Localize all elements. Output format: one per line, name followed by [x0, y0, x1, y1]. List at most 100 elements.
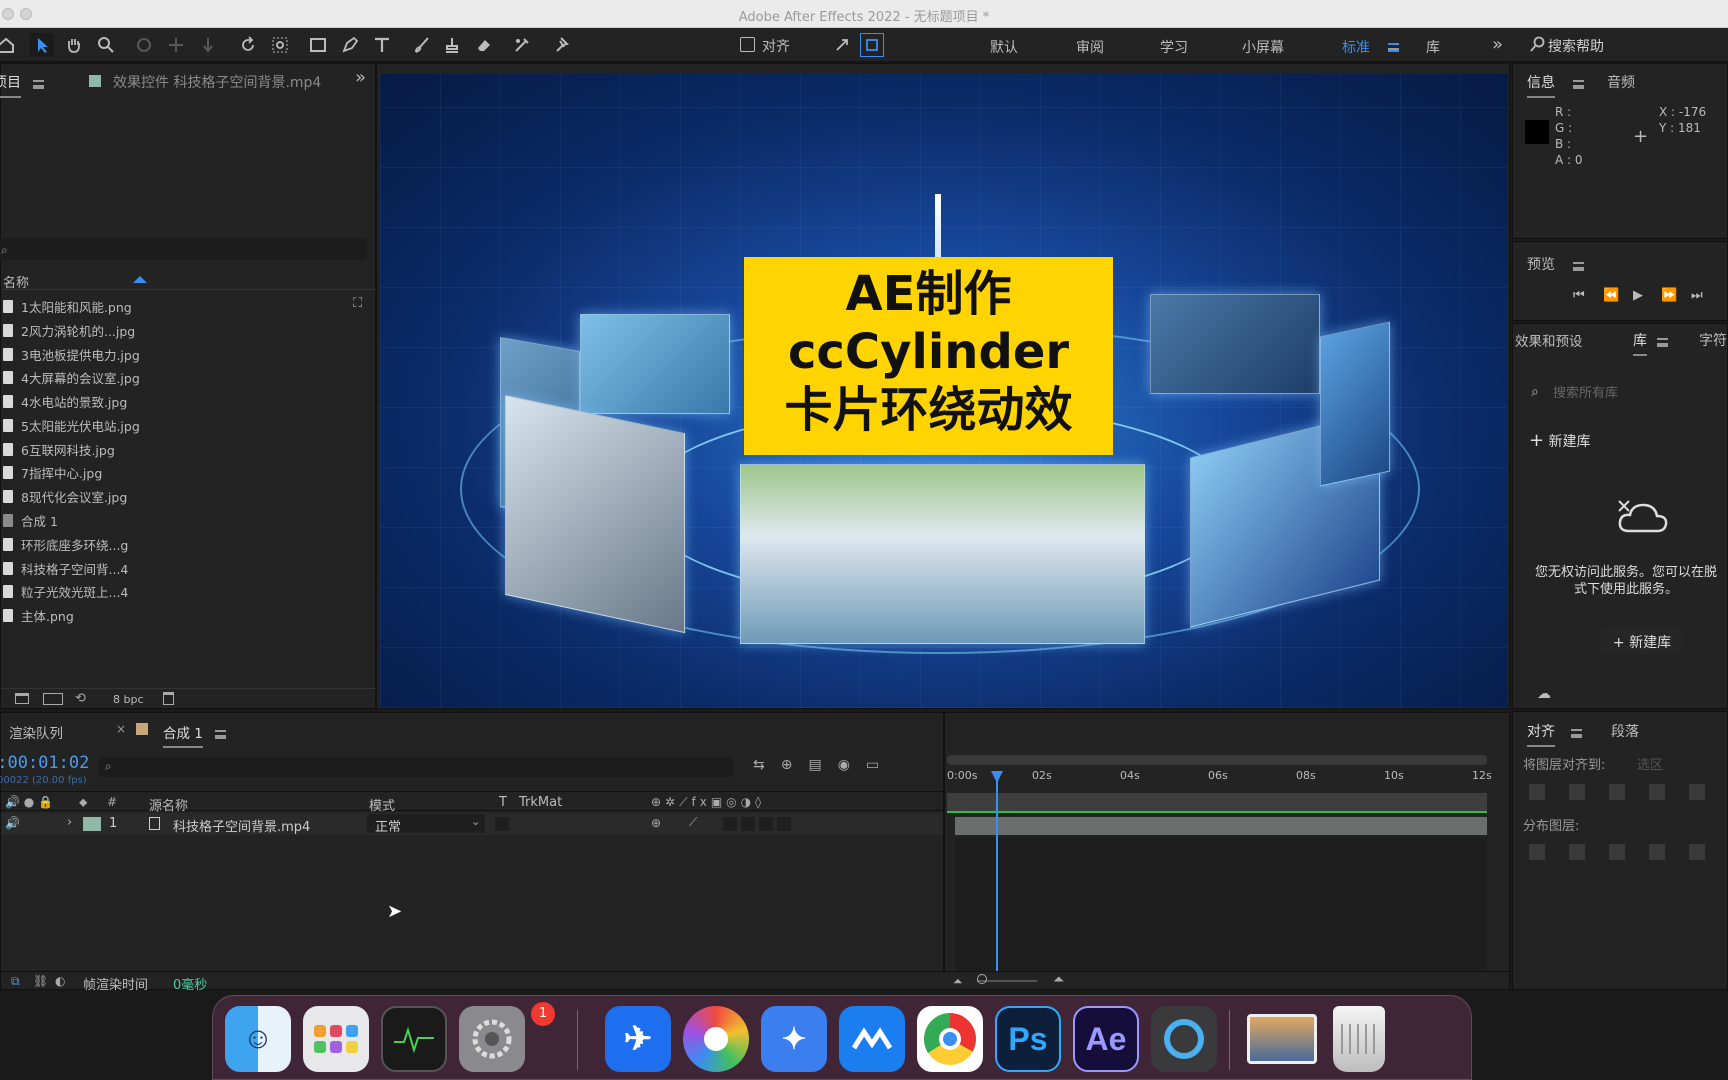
list-item[interactable]: 3电池板提供电力.jpg [1, 344, 361, 364]
meitu-icon[interactable] [839, 1006, 905, 1072]
list-item[interactable]: 科技格子空间背...4 [1, 558, 361, 578]
photos-app-icon[interactable] [683, 1006, 749, 1072]
quality-switch-icon[interactable]: ⟋ [689, 815, 697, 830]
project-search-input[interactable] [0, 238, 367, 260]
next-frame-button[interactable]: ⏩ [1661, 288, 1677, 303]
launchpad-icon[interactable] [303, 1006, 369, 1072]
info-menu-icon[interactable] [1573, 78, 1584, 93]
snap-target-icon[interactable] [860, 33, 884, 57]
timeline-switches[interactable]: ⇆⊕▤◉▭ [753, 757, 895, 773]
align-to-select[interactable]: 选区 [1637, 754, 1663, 773]
pen-tool-icon[interactable] [338, 33, 362, 57]
puppet-pin-icon[interactable] [548, 33, 572, 57]
tab-character[interactable]: 字符 [1699, 330, 1727, 350]
selection-tool-icon[interactable] [30, 33, 54, 57]
new-library-link[interactable]: + 新建库 [1529, 430, 1591, 451]
system-preferences-icon[interactable] [459, 1006, 525, 1072]
preview-stack-icon[interactable] [1247, 1014, 1317, 1064]
list-item[interactable]: 4水电站的景致.jpg [1, 391, 361, 411]
tab-effects-presets[interactable]: 效果和预设 [1515, 330, 1583, 350]
quicktime-icon[interactable] [1151, 1006, 1217, 1072]
type-tool-icon[interactable] [370, 33, 394, 57]
anchor-tool-icon[interactable] [268, 33, 292, 57]
layer-name[interactable]: 科技格子空间背景.mp4 [173, 816, 310, 835]
trash-icon[interactable] [163, 692, 174, 705]
last-frame-button[interactable]: ⏭ [1691, 288, 1703, 303]
tab-composition[interactable]: 合成 1 [163, 722, 203, 748]
chrome-icon[interactable] [917, 1006, 983, 1072]
list-item[interactable]: 7指挥中心.jpg [1, 462, 361, 482]
feishu-icon[interactable]: ✈ [605, 1006, 671, 1072]
rotate-tool-icon[interactable] [236, 33, 260, 57]
layer-switches[interactable] [723, 817, 793, 831]
new-composition-icon[interactable] [43, 693, 63, 705]
current-timecode[interactable]: 0:00:01:02 [0, 753, 89, 773]
name-column-header[interactable]: 名称 [1, 270, 377, 291]
new-folder-icon[interactable] [15, 693, 29, 704]
expand-chevron-icon[interactable]: › [67, 815, 72, 830]
composition-viewer[interactable]: AE制作 ccCylinder 卡片环绕动效 [380, 74, 1508, 708]
workspace-overflow-icon[interactable]: » [1492, 34, 1503, 55]
tab-audio[interactable]: 音频 [1607, 72, 1635, 92]
list-item[interactable]: 2风力涡轮机的...jpg [1, 320, 361, 340]
list-item[interactable]: 4大屏幕的会议室.jpg [1, 367, 361, 387]
tab-effects-controls[interactable]: 效果控件 科技格子空间背景.mp4 [113, 72, 321, 92]
dolly-camera-icon[interactable] [196, 33, 220, 57]
cloud-sync-icon[interactable]: ☁ [1537, 686, 1551, 702]
library-search-input[interactable]: 搜索所有库 [1553, 382, 1618, 401]
mode-header[interactable]: 模式 [369, 795, 395, 814]
interpret-footage-icon[interactable]: ⟲ [75, 691, 86, 706]
list-item[interactable]: 主体.png [1, 605, 361, 625]
bpc-button[interactable]: 8 bpc [113, 693, 144, 706]
zoom-out-icon[interactable]: ⏶ [953, 974, 963, 989]
hand-tool-icon[interactable] [62, 33, 86, 57]
work-area-bar[interactable] [947, 755, 1487, 765]
first-frame-button[interactable]: ⏮ [1573, 288, 1585, 303]
photoshop-icon[interactable]: Ps [995, 1006, 1061, 1072]
playhead[interactable] [995, 771, 998, 971]
list-item[interactable]: 5太阳能光伏电站.jpg [1, 415, 361, 435]
previous-frame-button[interactable]: ⏪ [1603, 288, 1619, 303]
list-item[interactable]: 合成 1 [1, 510, 361, 530]
new-library-button[interactable]: + 新建库 [1601, 628, 1683, 654]
activity-monitor-icon[interactable] [381, 1006, 447, 1072]
brush-tool-icon[interactable] [410, 33, 434, 57]
search-help-input[interactable]: 搜索帮助 [1548, 36, 1728, 56]
zoom-in-icon[interactable]: ⏶ [1053, 972, 1064, 988]
workspace-default[interactable]: 默认 [990, 37, 1018, 57]
sort-ascending-icon[interactable] [133, 276, 147, 283]
project-menu-icon[interactable] [33, 78, 44, 93]
shy-switch-icon[interactable]: ⊕ [651, 816, 661, 830]
align-buttons[interactable] [1529, 784, 1719, 800]
workspace-standard[interactable]: 标准 [1342, 37, 1370, 57]
tab-paragraph[interactable]: 段落 [1611, 721, 1639, 741]
home-icon[interactable] [0, 33, 18, 57]
list-item[interactable]: 环形底座多环绕...g [1, 534, 361, 554]
workspace-library[interactable]: 库 [1426, 37, 1440, 57]
roto-brush-icon[interactable] [510, 33, 534, 57]
list-item[interactable]: 1太阳能和风能.png [1, 296, 361, 316]
tab-info[interactable]: 信息 [1527, 72, 1555, 98]
tab-library[interactable]: 库 [1633, 330, 1647, 356]
clone-stamp-icon[interactable] [440, 33, 464, 57]
time-ruler[interactable]: 0:00s 02s 04s 06s 08s 10s 12s [947, 769, 1492, 791]
eraser-tool-icon[interactable] [472, 33, 496, 57]
tab-align[interactable]: 对齐 [1527, 721, 1555, 747]
panel-overflow-icon[interactable]: » [355, 67, 366, 88]
layer-label-swatch[interactable] [83, 817, 101, 831]
align-menu-icon[interactable] [1571, 727, 1582, 742]
list-item[interactable]: 粒子光效光斑上...4 [1, 581, 361, 601]
tab-render-queue[interactable]: 渲染队列 [9, 722, 63, 742]
trash-icon[interactable] [1333, 1006, 1385, 1072]
align-checkbox[interactable] [740, 37, 755, 52]
library-menu-icon[interactable] [1657, 336, 1668, 351]
workspace-small-screen[interactable]: 小屏幕 [1242, 37, 1284, 57]
zoom-slider-handle[interactable] [977, 974, 987, 984]
finder-icon[interactable]: ☺ [225, 1006, 291, 1072]
workspace-review[interactable]: 审阅 [1076, 37, 1104, 57]
workspace-menu-icon[interactable] [1388, 41, 1399, 56]
orbit-camera-icon[interactable] [132, 33, 156, 57]
tab-project[interactable]: 项目 [0, 72, 21, 98]
distribute-buttons[interactable] [1529, 844, 1719, 860]
preserve-transparency-toggle[interactable] [495, 817, 509, 831]
